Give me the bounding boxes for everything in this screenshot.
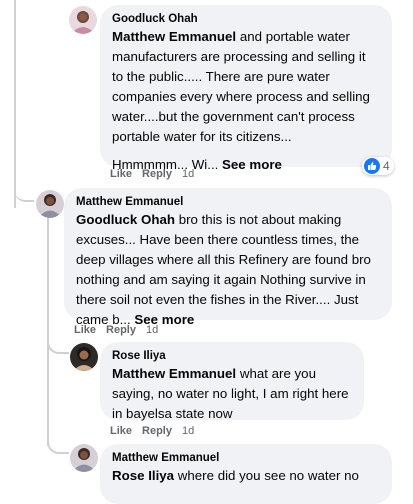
mention-link[interactable]: Matthew Emmanuel (112, 366, 236, 381)
comment-author[interactable]: Matthew Emmanuel (76, 195, 380, 210)
comment-author[interactable]: Rose Iliya (112, 349, 352, 364)
timestamp[interactable]: 1d (182, 425, 194, 437)
comment-text: Matthew Emmanuel what are you saying, no… (112, 364, 352, 424)
comment-text: Matthew Emmanuel and portable water manu… (112, 27, 380, 147)
comment-body: where did you see no water no (174, 468, 359, 483)
comment-body: and portable water manufacturers are pro… (112, 29, 370, 144)
comment-actions: Like Reply 1d (74, 323, 158, 337)
comment-body: bro this is not about making excuses... … (76, 212, 371, 327)
thread-connector (47, 330, 69, 354)
see-more-link[interactable]: See more (222, 157, 282, 172)
comment-bubble: Goodluck Ohah Matthew Emmanuel and porta… (100, 5, 392, 172)
like-button[interactable]: Like (110, 168, 132, 180)
like-button[interactable]: Like (110, 425, 132, 437)
mention-link[interactable]: Matthew Emmanuel (112, 29, 236, 44)
reaction-summary[interactable]: 4 (362, 157, 394, 175)
reaction-count: 4 (383, 159, 390, 173)
comment-actions: Like Reply 1d (110, 167, 194, 181)
thread-connector (14, 180, 34, 202)
comment-author[interactable]: Goodluck Ohah (112, 12, 380, 27)
mention-link[interactable]: Goodluck Ohah (76, 212, 175, 227)
like-button[interactable]: Like (74, 324, 96, 336)
thread-line (14, 0, 16, 208)
comment-text: Rose Iliya where did you see no water no (112, 466, 380, 486)
like-icon (364, 158, 380, 174)
comment-bubble: Rose Iliya Matthew Emmanuel what are you… (100, 342, 364, 421)
avatar[interactable] (70, 444, 98, 472)
reply-button[interactable]: Reply (106, 324, 136, 336)
reply-button[interactable]: Reply (142, 425, 172, 437)
avatar[interactable] (70, 343, 98, 371)
comment-author[interactable]: Matthew Emmanuel (112, 451, 380, 466)
avatar[interactable] (36, 190, 64, 218)
thread-connector (47, 430, 69, 454)
avatar[interactable] (69, 6, 97, 34)
comment-bubble: Matthew Emmanuel Rose Iliya where did yo… (100, 444, 392, 504)
reply-button[interactable]: Reply (142, 168, 172, 180)
comment-bubble: Matthew Emmanuel Goodluck Ohah bro this … (64, 188, 392, 327)
mention-link[interactable]: Rose Iliya (112, 468, 174, 483)
comment-actions: Like Reply 1d (110, 424, 194, 438)
comment-text: Goodluck Ohah bro this is not about maki… (76, 210, 380, 330)
timestamp[interactable]: 1d (146, 324, 158, 336)
timestamp[interactable]: 1d (182, 168, 194, 180)
